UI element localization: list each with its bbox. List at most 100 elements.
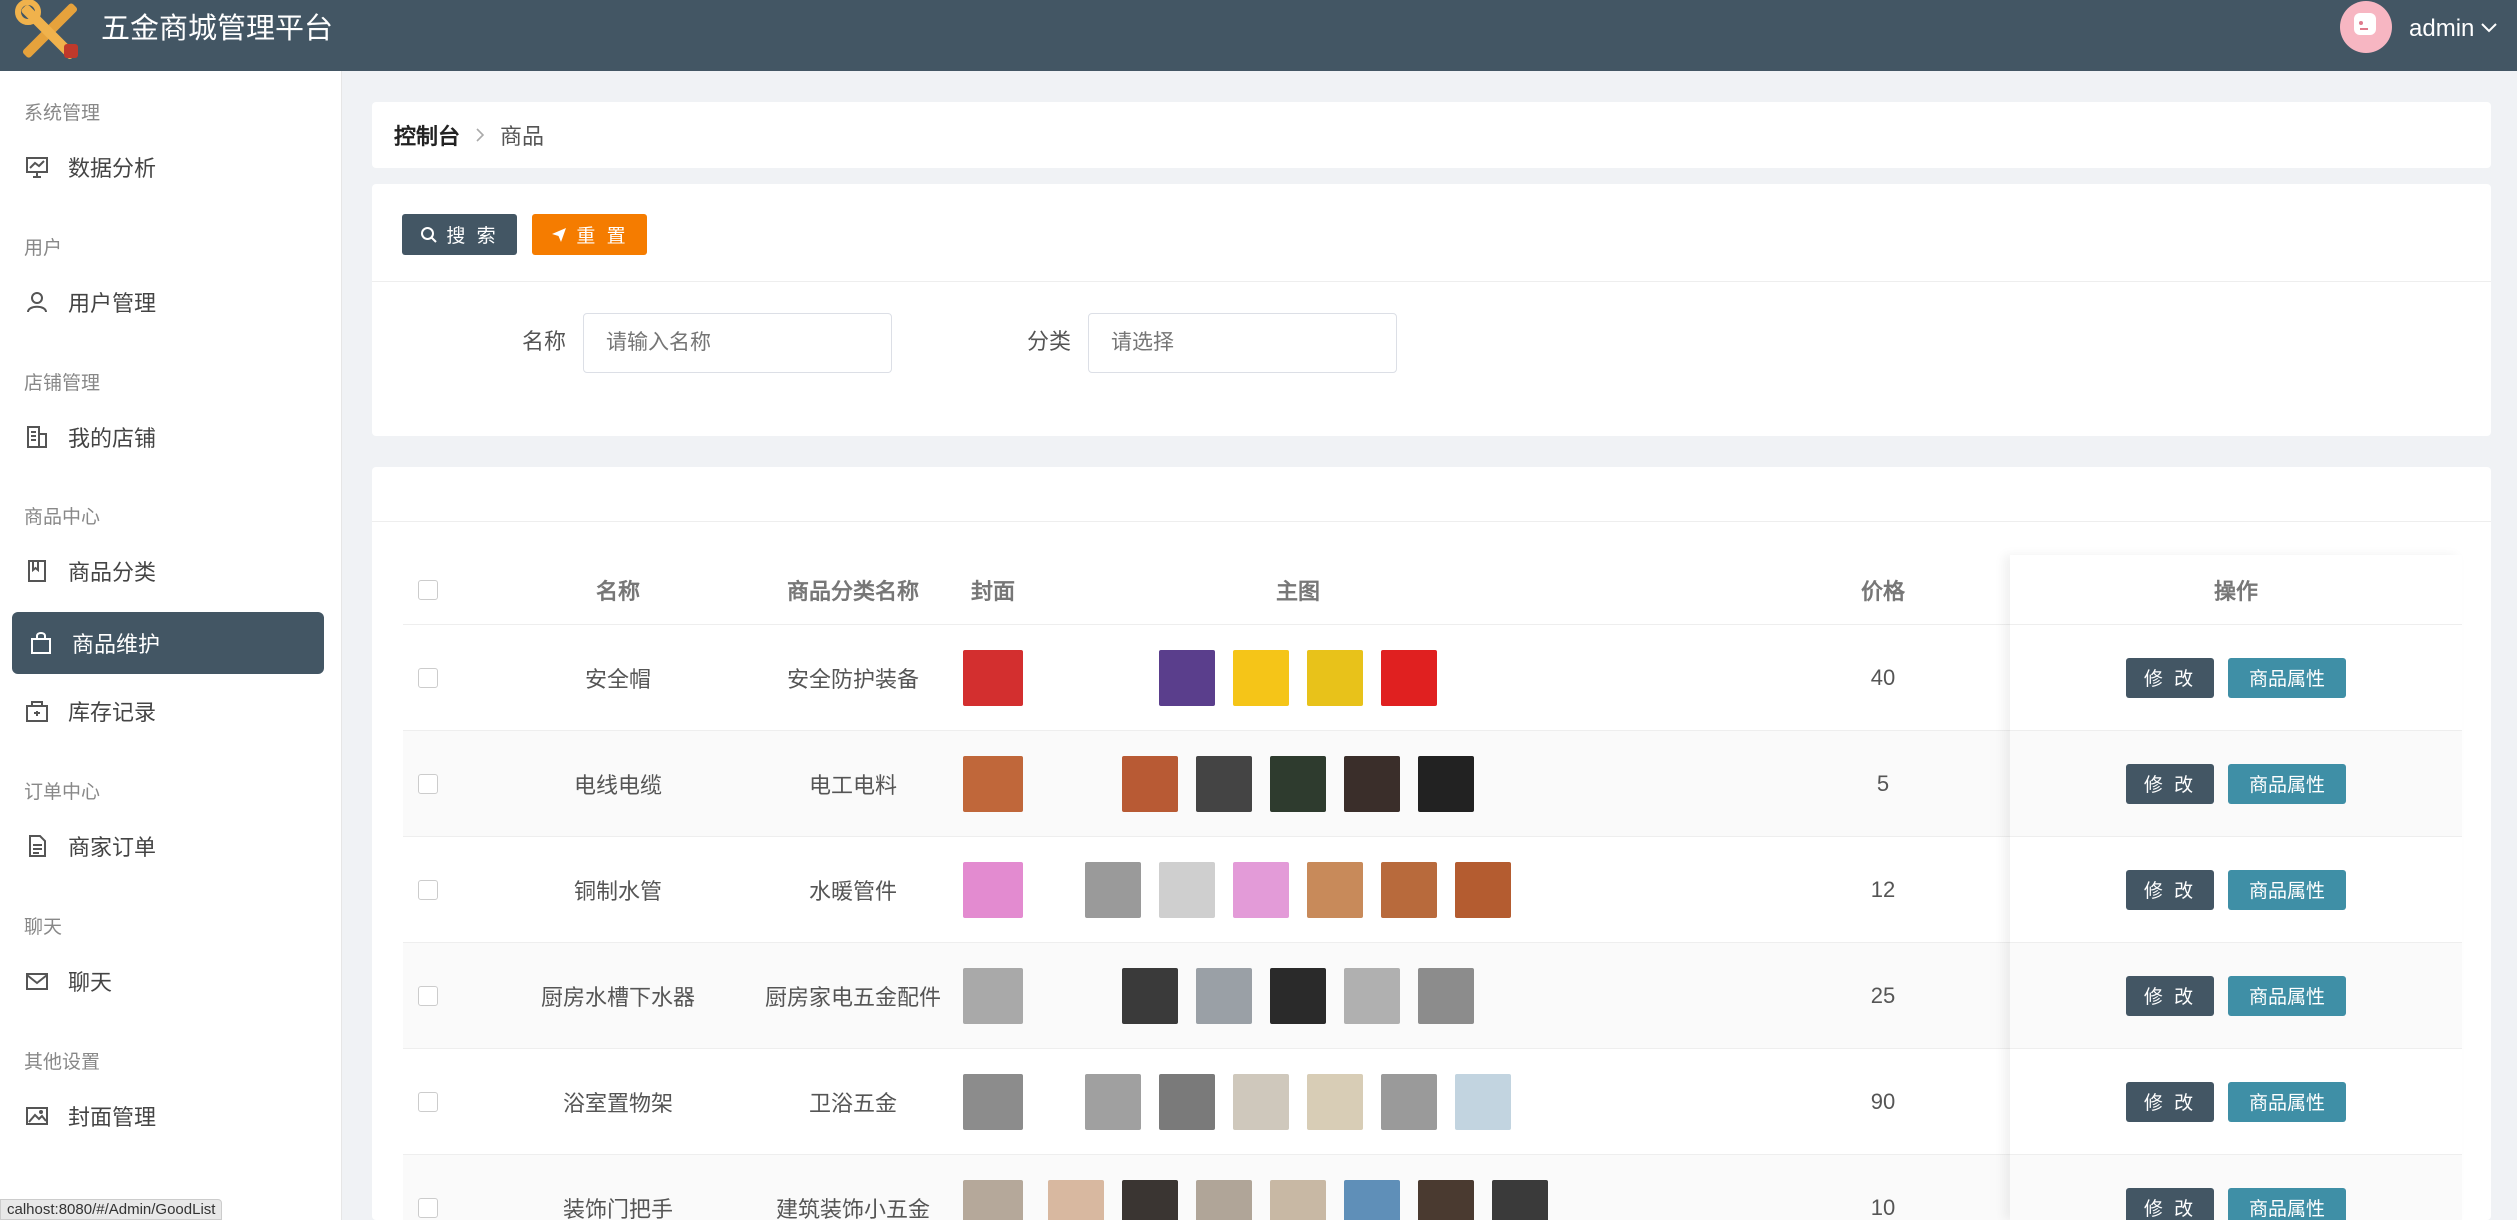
- main-image-thumbnail: [1233, 649, 1289, 706]
- row-checkbox[interactable]: [418, 773, 438, 794]
- image-icon: [26, 1107, 48, 1125]
- main-image-thumbnail: [1270, 1179, 1326, 1220]
- main-images-cell: [1053, 731, 1543, 836]
- main-image-thumbnail: [1159, 649, 1215, 706]
- sidebar-item-merchant-orders[interactable]: 商家订单: [12, 815, 324, 877]
- sidebar-item-product-maintenance[interactable]: 商品维护: [12, 612, 324, 674]
- main-image-thumbnail: [1085, 1073, 1141, 1130]
- cover-cell: [943, 1155, 1043, 1220]
- sidebar-group-label: 其他设置: [24, 1052, 101, 1073]
- edit-button[interactable]: 修 改: [2126, 657, 2214, 698]
- main-image-thumbnail: [1344, 755, 1400, 812]
- status-bar-url: calhost:8080/#/Admin/GoodList: [0, 1199, 223, 1220]
- column-header-name[interactable]: 名称: [463, 555, 773, 625]
- cover-image: [963, 755, 1023, 812]
- cover-cell: [943, 731, 1043, 836]
- product-category: 水暖管件: [808, 878, 897, 904]
- row-select-cell: [403, 1155, 453, 1220]
- chevron-down-icon[interactable]: [2480, 21, 2498, 35]
- document-icon: [29, 835, 46, 857]
- divider: [372, 281, 2491, 282]
- main-image-thumbnail: [1233, 1073, 1289, 1130]
- actions-row: 修 改商品属性: [2010, 625, 2462, 731]
- row-checkbox[interactable]: [418, 1091, 438, 1112]
- box-icon: [26, 701, 48, 722]
- reset-button[interactable]: 重 置: [532, 214, 647, 255]
- product-attributes-button[interactable]: 商品属性: [2228, 1081, 2346, 1122]
- edit-button[interactable]: 修 改: [2126, 1081, 2214, 1122]
- edit-button[interactable]: 修 改: [2126, 869, 2214, 910]
- user-name[interactable]: admin: [2409, 12, 2474, 46]
- product-attributes-button[interactable]: 商品属性: [2228, 975, 2346, 1016]
- product-category: 电工电料: [808, 772, 897, 798]
- product-attributes-button[interactable]: 商品属性: [2228, 869, 2346, 910]
- sidebar-item-label: 聊天: [68, 970, 113, 995]
- main-image-thumbnail: [1492, 1179, 1548, 1220]
- main-image-thumbnail: [1344, 1179, 1400, 1220]
- product-attributes-button[interactable]: 商品属性: [2228, 763, 2346, 804]
- row-checkbox[interactable]: [418, 985, 438, 1006]
- main-image-thumbnail: [1381, 649, 1437, 706]
- edit-button[interactable]: 修 改: [2126, 975, 2214, 1016]
- product-attributes-button[interactable]: 商品属性: [2228, 1187, 2346, 1220]
- reset-button-label: 重 置: [576, 226, 629, 247]
- bag-icon: [31, 632, 51, 654]
- sidebar-item-label: 用户管理: [68, 291, 157, 316]
- category-select[interactable]: [1088, 313, 1397, 373]
- main-image-thumbnail: [1270, 967, 1326, 1024]
- edit-button[interactable]: 修 改: [2126, 763, 2214, 804]
- row-select-cell: [403, 625, 453, 730]
- product-price: 25: [1870, 982, 1896, 1008]
- tools-logo-icon: [15, 0, 78, 60]
- edit-button[interactable]: 修 改: [2126, 1187, 2214, 1220]
- main-images-cell: [1048, 1155, 1548, 1220]
- sidebar-item-label: 库存记录: [68, 700, 157, 725]
- search-panel: 搜 索 重 置 名称 分类: [372, 184, 2491, 436]
- cover-cell: [943, 943, 1043, 1048]
- sidebar-item-user-management[interactable]: 用户管理: [12, 271, 324, 333]
- column-header-cover[interactable]: 封面: [943, 555, 1043, 625]
- send-icon: [552, 227, 567, 242]
- book-icon: [28, 560, 46, 582]
- cover-cell: [943, 1049, 1043, 1154]
- sidebar-item-cover-management[interactable]: 封面管理: [12, 1085, 324, 1147]
- sidebar-item-my-shop[interactable]: 我的店铺: [12, 406, 324, 468]
- row-checkbox[interactable]: [418, 667, 438, 688]
- main-image-thumbnail: [1381, 1073, 1437, 1130]
- main-image-thumbnail: [1233, 861, 1289, 918]
- search-icon: [421, 226, 438, 243]
- product-price: 10: [1870, 1194, 1896, 1220]
- cover-image: [963, 861, 1023, 918]
- sidebar-item-data-analysis[interactable]: 数据分析: [12, 136, 324, 198]
- avatar[interactable]: [2340, 1, 2392, 53]
- main-image-thumbnail: [1381, 861, 1437, 918]
- row-checkbox[interactable]: [418, 879, 438, 900]
- main-images-cell: [1053, 625, 1543, 730]
- row-checkbox[interactable]: [418, 1197, 438, 1218]
- building-icon: [27, 426, 47, 448]
- sidebar-item-label: 商品分类: [68, 560, 157, 585]
- main-image-thumbnail: [1307, 649, 1363, 706]
- app-title: 五金商城管理平台: [101, 13, 334, 45]
- name-search-input[interactable]: [583, 313, 892, 373]
- sidebar-item-chat[interactable]: 聊天: [12, 950, 324, 1012]
- actions-row: 修 改商品属性: [2010, 837, 2462, 943]
- breadcrumb-home[interactable]: 控制台: [394, 119, 460, 151]
- row-select-cell: [403, 837, 453, 942]
- product-category: 安全防护装备: [786, 666, 919, 692]
- sidebar-item-label: 我的店铺: [68, 426, 157, 451]
- sidebar-item-stock-records[interactable]: 库存记录: [12, 680, 324, 742]
- sidebar-item-label: 封面管理: [68, 1105, 157, 1130]
- product-category: 建筑装饰小五金: [775, 1196, 930, 1220]
- column-header-images[interactable]: 主图: [1053, 555, 1543, 625]
- column-header-price[interactable]: 价格: [1783, 555, 1983, 625]
- main-image-thumbnail: [1418, 755, 1474, 812]
- sidebar-item-label: 商家订单: [68, 835, 157, 860]
- sidebar-item-product-category[interactable]: 商品分类: [12, 540, 324, 602]
- product-name: 电线电缆: [573, 772, 662, 798]
- product-attributes-button[interactable]: 商品属性: [2228, 657, 2346, 698]
- select-all-checkbox[interactable]: [418, 580, 438, 600]
- search-button[interactable]: 搜 索: [402, 214, 517, 255]
- actions-row: 修 改商品属性: [2010, 943, 2462, 1049]
- column-header-category[interactable]: 商品分类名称: [733, 555, 973, 625]
